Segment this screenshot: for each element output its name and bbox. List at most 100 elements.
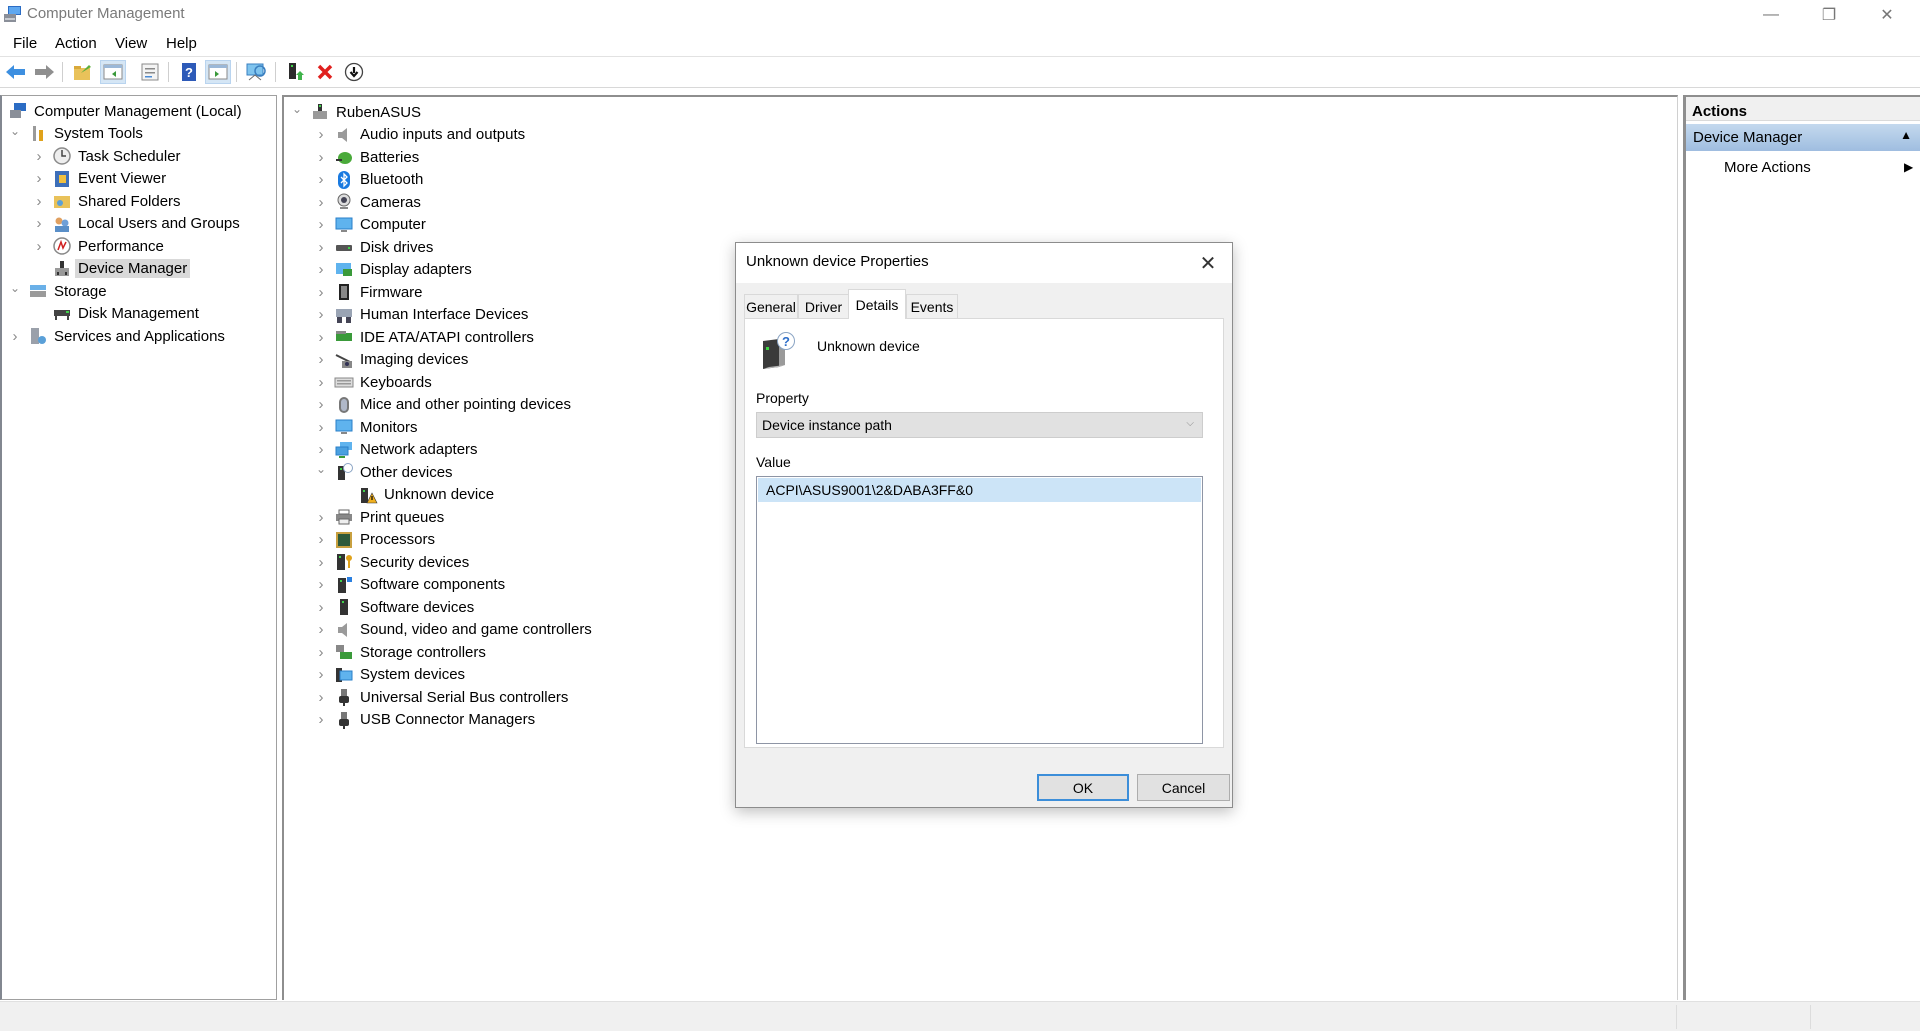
device-category-computer[interactable]: › Computer — [314, 214, 426, 236]
dialog-close-button[interactable]: ✕ — [1191, 249, 1225, 277]
chevron-right-icon[interactable]: › — [314, 419, 328, 436]
minimize-button[interactable]: — — [1742, 0, 1800, 30]
ok-button[interactable]: OK — [1037, 774, 1129, 801]
chevron-right-icon[interactable]: › — [314, 711, 328, 728]
chevron-right-icon[interactable]: › — [314, 284, 328, 301]
chevron-right-icon[interactable]: › — [314, 441, 328, 458]
device-category-disk-drives[interactable]: › Disk drives — [314, 236, 434, 258]
chevron-right-icon[interactable]: › — [314, 396, 328, 413]
device-category-firmware[interactable]: › Firmware — [314, 281, 423, 303]
chevron-right-icon[interactable]: › — [314, 374, 328, 391]
device-category-network-adapters[interactable]: › Network adapters — [314, 439, 478, 461]
console-tree-item-task-scheduler[interactable]: › Task Scheduler — [32, 145, 181, 167]
console-tree-item-computer-management-local[interactable]: Computer Management (Local) — [0, 100, 242, 122]
value-list[interactable]: ACPI\ASUS9001\2&DABA3FF&0 — [756, 476, 1203, 744]
show-hide-action-pane-button[interactable] — [205, 60, 231, 84]
device-category-system-devices[interactable]: › System devices — [314, 664, 466, 686]
chevron-right-icon[interactable]: › — [32, 170, 46, 187]
chevron-right-icon[interactable]: › — [32, 215, 46, 232]
chevron-right-icon[interactable]: › — [314, 239, 328, 256]
disable-device-button[interactable] — [341, 60, 367, 84]
device-tree-root[interactable]: ⌄ RubenASUS — [290, 101, 421, 123]
chevron-right-icon[interactable]: › — [314, 261, 328, 278]
device-category-security-devices[interactable]: › Security devices — [314, 551, 470, 573]
chevron-down-icon[interactable]: ⌄ — [8, 124, 22, 138]
chevron-right-icon[interactable]: › — [32, 148, 46, 165]
scan-hardware-button[interactable] — [244, 60, 270, 84]
tab-events[interactable]: Events — [906, 294, 958, 318]
show-hide-console-tree-button[interactable] — [100, 60, 126, 84]
collapse-up-icon[interactable]: ▲ — [1900, 128, 1912, 142]
chevron-right-icon[interactable]: › — [314, 576, 328, 593]
chevron-down-icon[interactable]: ⌄ — [290, 102, 304, 116]
cancel-button[interactable]: Cancel — [1137, 774, 1230, 801]
console-tree-item-storage[interactable]: ⌄ Storage — [8, 280, 107, 302]
device-category-processors[interactable]: › Processors — [314, 529, 436, 551]
chevron-right-icon[interactable]: › — [314, 644, 328, 661]
chevron-right-icon[interactable]: › — [314, 621, 328, 638]
device-category-monitors[interactable]: › Monitors — [314, 416, 418, 438]
console-tree-item-disk-management[interactable]: Disk Management — [32, 303, 199, 325]
console-tree-item-shared-folders[interactable]: › Shared Folders — [32, 190, 181, 212]
chevron-right-icon[interactable]: › — [314, 689, 328, 706]
console-tree-item-system-tools[interactable]: ⌄ System Tools — [8, 123, 143, 145]
console-tree-item-event-viewer[interactable]: › Event Viewer — [32, 168, 167, 190]
device-category-keyboards[interactable]: › Keyboards — [314, 371, 432, 393]
device-category-mice-and-other-pointing-devices[interactable]: › Mice and other pointing devices — [314, 394, 571, 416]
device-category-print-queues[interactable]: › Print queues — [314, 506, 445, 528]
chevron-right-icon[interactable]: › — [314, 329, 328, 346]
back-button[interactable] — [3, 60, 29, 84]
device-category-display-adapters[interactable]: › Display adapters — [314, 259, 472, 281]
device-category-ide-ata-atapi-controllers[interactable]: › IDE ATA/ATAPI controllers — [314, 326, 534, 348]
chevron-right-icon[interactable]: › — [314, 149, 328, 166]
device-category-human-interface-devices[interactable]: › Human Interface Devices — [314, 304, 529, 326]
up-one-level-button[interactable] — [70, 60, 96, 84]
device-category-audio-inputs-and-outputs[interactable]: › Audio inputs and outputs — [314, 124, 526, 146]
device-category-imaging-devices[interactable]: › Imaging devices — [314, 349, 469, 371]
chevron-right-icon[interactable]: › — [314, 531, 328, 548]
chevron-right-icon[interactable]: › — [314, 599, 328, 616]
console-tree-item-local-users-and-groups[interactable]: › Local Users and Groups — [32, 213, 240, 235]
chevron-right-icon[interactable]: › — [314, 126, 328, 143]
device-category-other-devices[interactable]: ⌄ Other devices — [314, 461, 453, 483]
menu-file[interactable]: File — [13, 35, 37, 52]
device-category-storage-controllers[interactable]: › Storage controllers — [314, 641, 486, 663]
uninstall-device-button[interactable] — [312, 60, 338, 84]
chevron-right-icon[interactable]: › — [314, 509, 328, 526]
help-button[interactable]: ? — [176, 60, 202, 84]
device-category-batteries[interactable]: › Batteries — [314, 146, 420, 168]
chevron-right-icon[interactable]: › — [314, 216, 328, 233]
property-dropdown[interactable]: Device instance path ⌵ — [756, 412, 1203, 438]
menu-action[interactable]: Action — [55, 35, 97, 52]
actions-section-device-manager[interactable]: Device Manager ▲ — [1686, 124, 1920, 151]
restore-button[interactable]: ❐ — [1800, 0, 1858, 30]
chevron-right-icon[interactable]: › — [314, 194, 328, 211]
console-tree-item-device-manager[interactable]: Device Manager — [32, 258, 191, 280]
tab-general[interactable]: General — [744, 294, 798, 318]
chevron-right-icon[interactable]: › — [314, 171, 328, 188]
tab-details[interactable]: Details — [848, 289, 906, 319]
device-category-usb-connector-managers[interactable]: › USB Connector Managers — [314, 709, 535, 731]
device-category-sound-video-and-game-controllers[interactable]: › Sound, video and game controllers — [314, 619, 592, 641]
menu-view[interactable]: View — [115, 35, 147, 52]
chevron-right-icon[interactable]: › — [314, 306, 328, 323]
chevron-down-icon[interactable]: ⌄ — [8, 281, 22, 295]
chevron-right-icon[interactable]: › — [314, 351, 328, 368]
device-category-software-devices[interactable]: › Software devices — [314, 596, 475, 618]
chevron-right-icon[interactable]: › — [314, 554, 328, 571]
device-category-universal-serial-bus-controllers[interactable]: › Universal Serial Bus controllers — [314, 686, 568, 708]
more-actions-item[interactable]: More Actions — [1724, 159, 1811, 176]
chevron-right-icon[interactable]: › — [32, 238, 46, 255]
menu-help[interactable]: Help — [166, 35, 197, 52]
console-tree-item-services-and-applications[interactable]: › Services and Applications — [8, 325, 225, 347]
chevron-right-icon[interactable]: › — [8, 328, 22, 345]
device-item-unknown-device[interactable]: Unknown device — [338, 484, 494, 506]
forward-button[interactable] — [31, 60, 57, 84]
chevron-down-icon[interactable]: ⌄ — [314, 462, 328, 476]
close-button[interactable]: ✕ — [1858, 0, 1916, 30]
update-driver-button[interactable] — [283, 60, 309, 84]
properties-button[interactable] — [137, 60, 163, 84]
console-tree-item-performance[interactable]: › Performance — [32, 235, 164, 257]
chevron-right-icon[interactable]: › — [314, 666, 328, 683]
tab-driver[interactable]: Driver — [798, 294, 849, 318]
